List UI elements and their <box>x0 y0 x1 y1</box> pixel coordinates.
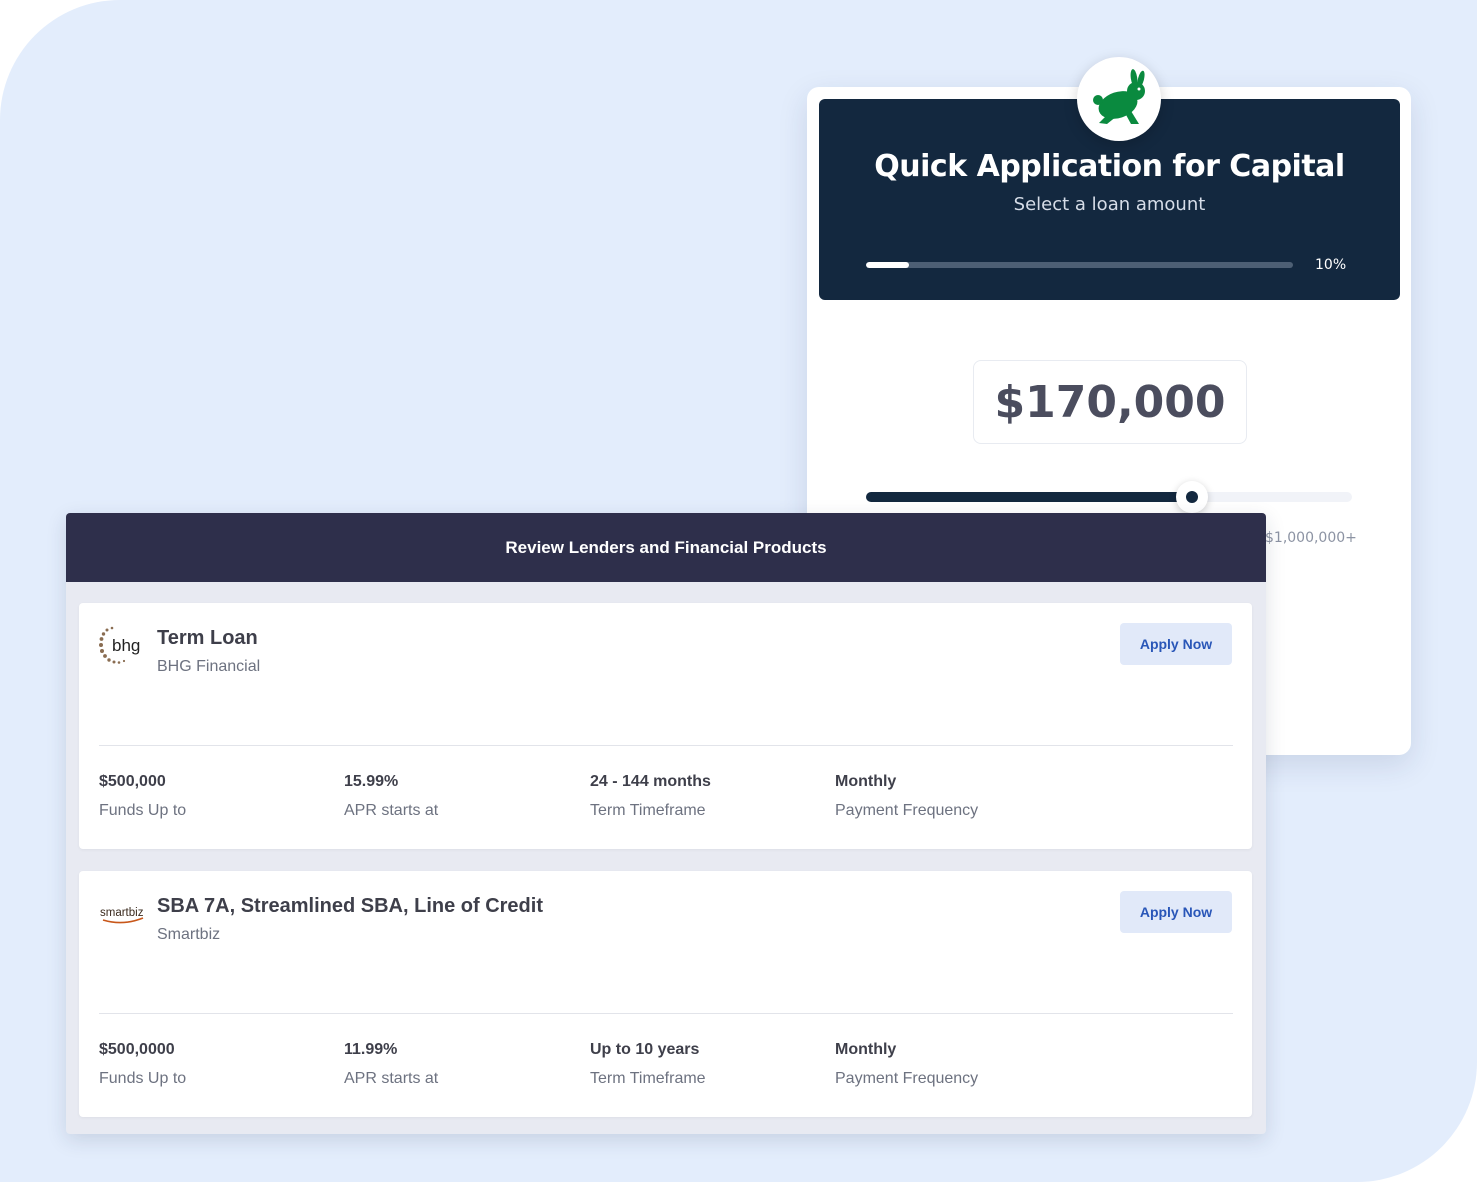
loan-amount-slider[interactable] <box>866 481 1352 513</box>
progress-label: 10% <box>1315 257 1347 273</box>
bhg-logo-text: bhg <box>112 636 140 655</box>
stat-label: Term Timeframe <box>590 802 706 819</box>
stat-value: Monthly <box>835 1041 897 1058</box>
lender-name: BHG Financial <box>157 658 261 675</box>
stat-term: 24 - 144 months Term Timeframe <box>590 773 711 820</box>
stat-funds: $500,000 Funds Up to <box>99 773 186 820</box>
loan-amount-display: $170,000 <box>973 360 1247 444</box>
application-header: Quick Application for Capital Select a l… <box>819 57 1400 300</box>
stat-label: APR starts at <box>344 802 439 819</box>
smartbiz-logo-text: smartbiz <box>100 907 144 919</box>
stat-value: $500,000 <box>99 773 166 790</box>
stat-label: Funds Up to <box>99 802 187 819</box>
apply-now-button[interactable]: Apply Now <box>1120 623 1232 665</box>
bhg-logo: bhg <box>99 625 149 669</box>
stat-value: $500,0000 <box>99 1041 175 1058</box>
stat-frequency: Monthly Payment Frequency <box>835 1041 978 1088</box>
apply-now-button[interactable]: Apply Now <box>1120 891 1232 933</box>
review-header: Review Lenders and Financial Products <box>66 513 1266 582</box>
stat-value: 15.99% <box>344 773 399 790</box>
stat-label: Funds Up to <box>99 1070 187 1087</box>
application-title: Quick Application for Capital <box>874 149 1345 184</box>
divider <box>99 745 1233 746</box>
stat-apr: 15.99% APR starts at <box>344 773 438 820</box>
progress-bar <box>866 262 1293 268</box>
lender-card: smartbiz SBA 7A, Streamlined SBA, Line o… <box>79 871 1252 1117</box>
stat-label: Term Timeframe <box>590 1070 706 1087</box>
smartbiz-logo-mark: smartbiz <box>100 907 144 924</box>
review-lenders-panel: Review Lenders and Financial Products bh… <box>66 513 1266 1134</box>
stat-value: Up to 10 years <box>590 1041 700 1058</box>
stat-value: 24 - 144 months <box>590 773 711 790</box>
stat-label: Payment Frequency <box>835 802 979 819</box>
brand-logo <box>1077 57 1161 141</box>
bhg-logo-mark: bhg <box>99 626 140 664</box>
lender-name: Smartbiz <box>157 926 221 943</box>
smartbiz-logo: smartbiz <box>99 893 149 937</box>
slider-max-label: $1,000,000+ <box>1265 530 1357 546</box>
slider-handle[interactable] <box>1175 481 1208 513</box>
divider <box>99 1013 1233 1014</box>
slider-fill <box>866 492 1192 502</box>
stat-value: 11.99% <box>344 1041 398 1058</box>
lender-card: bhg Term Loan BHG Financial Apply Now $5… <box>79 603 1252 849</box>
stat-label: Payment Frequency <box>835 1070 979 1087</box>
stat-funds: $500,0000 Funds Up to <box>99 1041 186 1088</box>
product-title: SBA 7A, Streamlined SBA, Line of Credit <box>157 895 543 917</box>
stat-term: Up to 10 years Term Timeframe <box>590 1041 706 1088</box>
rabbit-icon <box>1093 69 1145 124</box>
stat-frequency: Monthly Payment Frequency <box>835 773 978 820</box>
stat-value: Monthly <box>835 773 897 790</box>
stat-apr: 11.99% APR starts at <box>344 1041 438 1088</box>
application-subtitle: Select a loan amount <box>1013 194 1206 215</box>
slider-handle-dot <box>1185 491 1198 503</box>
stat-label: APR starts at <box>344 1070 439 1087</box>
progress-bar-fill <box>866 262 909 268</box>
product-title: Term Loan <box>157 627 258 649</box>
